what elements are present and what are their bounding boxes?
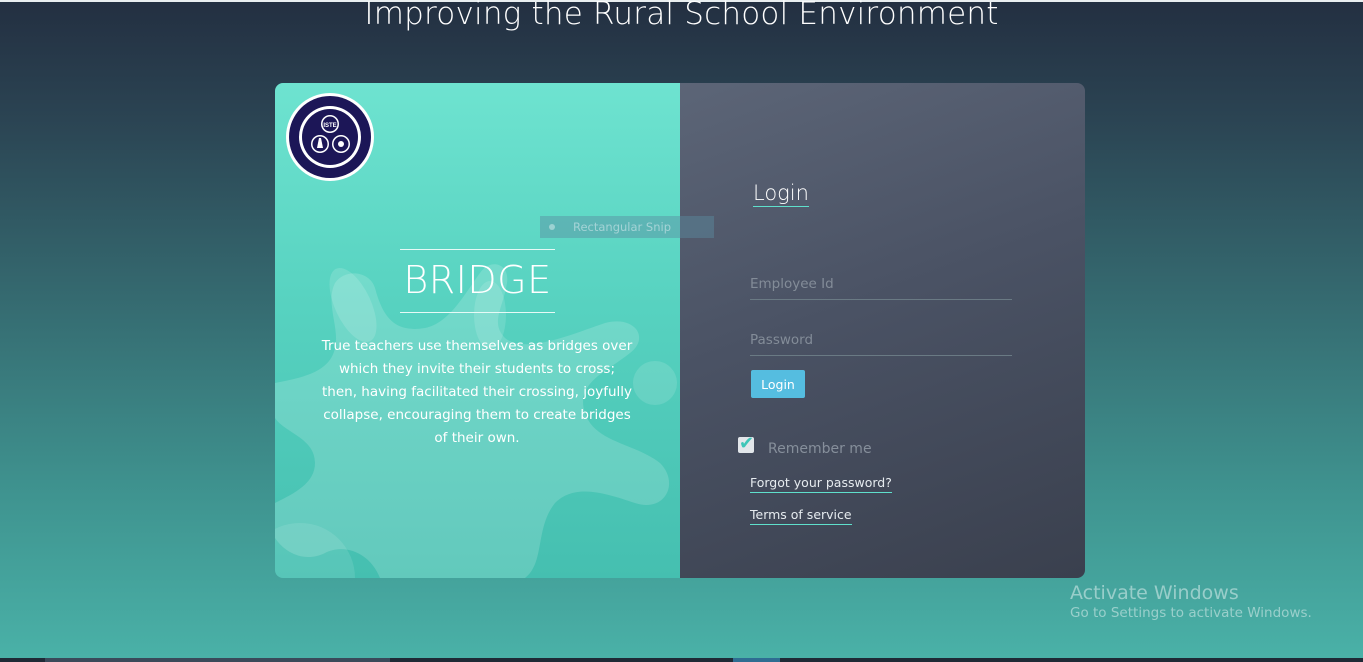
brand-quote: True teachers use themselves as bridges … xyxy=(321,338,633,446)
activate-windows-title: Activate Windows xyxy=(1070,582,1239,604)
remember-me-label: Remember me xyxy=(768,441,872,457)
login-button[interactable]: Login xyxy=(751,370,805,398)
taskbar-segment xyxy=(45,658,390,662)
iste-logo: ISTE xyxy=(286,93,374,181)
forgot-password-link[interactable]: Forgot your password? xyxy=(750,475,892,493)
login-heading: Login xyxy=(753,181,809,207)
login-card: ISTE BRIDGE True teachers use themselves… xyxy=(275,83,1085,578)
activate-windows-subtitle: Go to Settings to activate Windows. xyxy=(1070,605,1312,621)
checkmark-icon: ✔ xyxy=(739,433,755,454)
employee-id-input[interactable] xyxy=(750,269,1012,300)
brand-title: BRIDGE xyxy=(400,249,555,313)
rectangular-snip-tooltip: Rectangular Snip xyxy=(540,216,714,238)
activate-windows-watermark: Activate Windows Go to Settings to activ… xyxy=(1070,582,1312,621)
remember-me-checkbox[interactable]: ✔ xyxy=(738,433,754,454)
snip-icon xyxy=(549,224,555,230)
snip-label: Rectangular Snip xyxy=(573,220,672,234)
password-input[interactable] xyxy=(750,325,1012,356)
logo-wordmark: ISTE xyxy=(323,123,336,129)
terms-of-service-link[interactable]: Terms of service xyxy=(750,507,852,525)
taskbar-segment xyxy=(733,658,780,662)
login-panel: Login Login ✔ Remember me Forgot your pa… xyxy=(680,83,1085,578)
brand-panel: ISTE BRIDGE True teachers use themselves… xyxy=(275,83,680,578)
page-headline: Improving the Rural School Environment xyxy=(364,0,999,32)
taskbar-strip xyxy=(0,658,1363,662)
